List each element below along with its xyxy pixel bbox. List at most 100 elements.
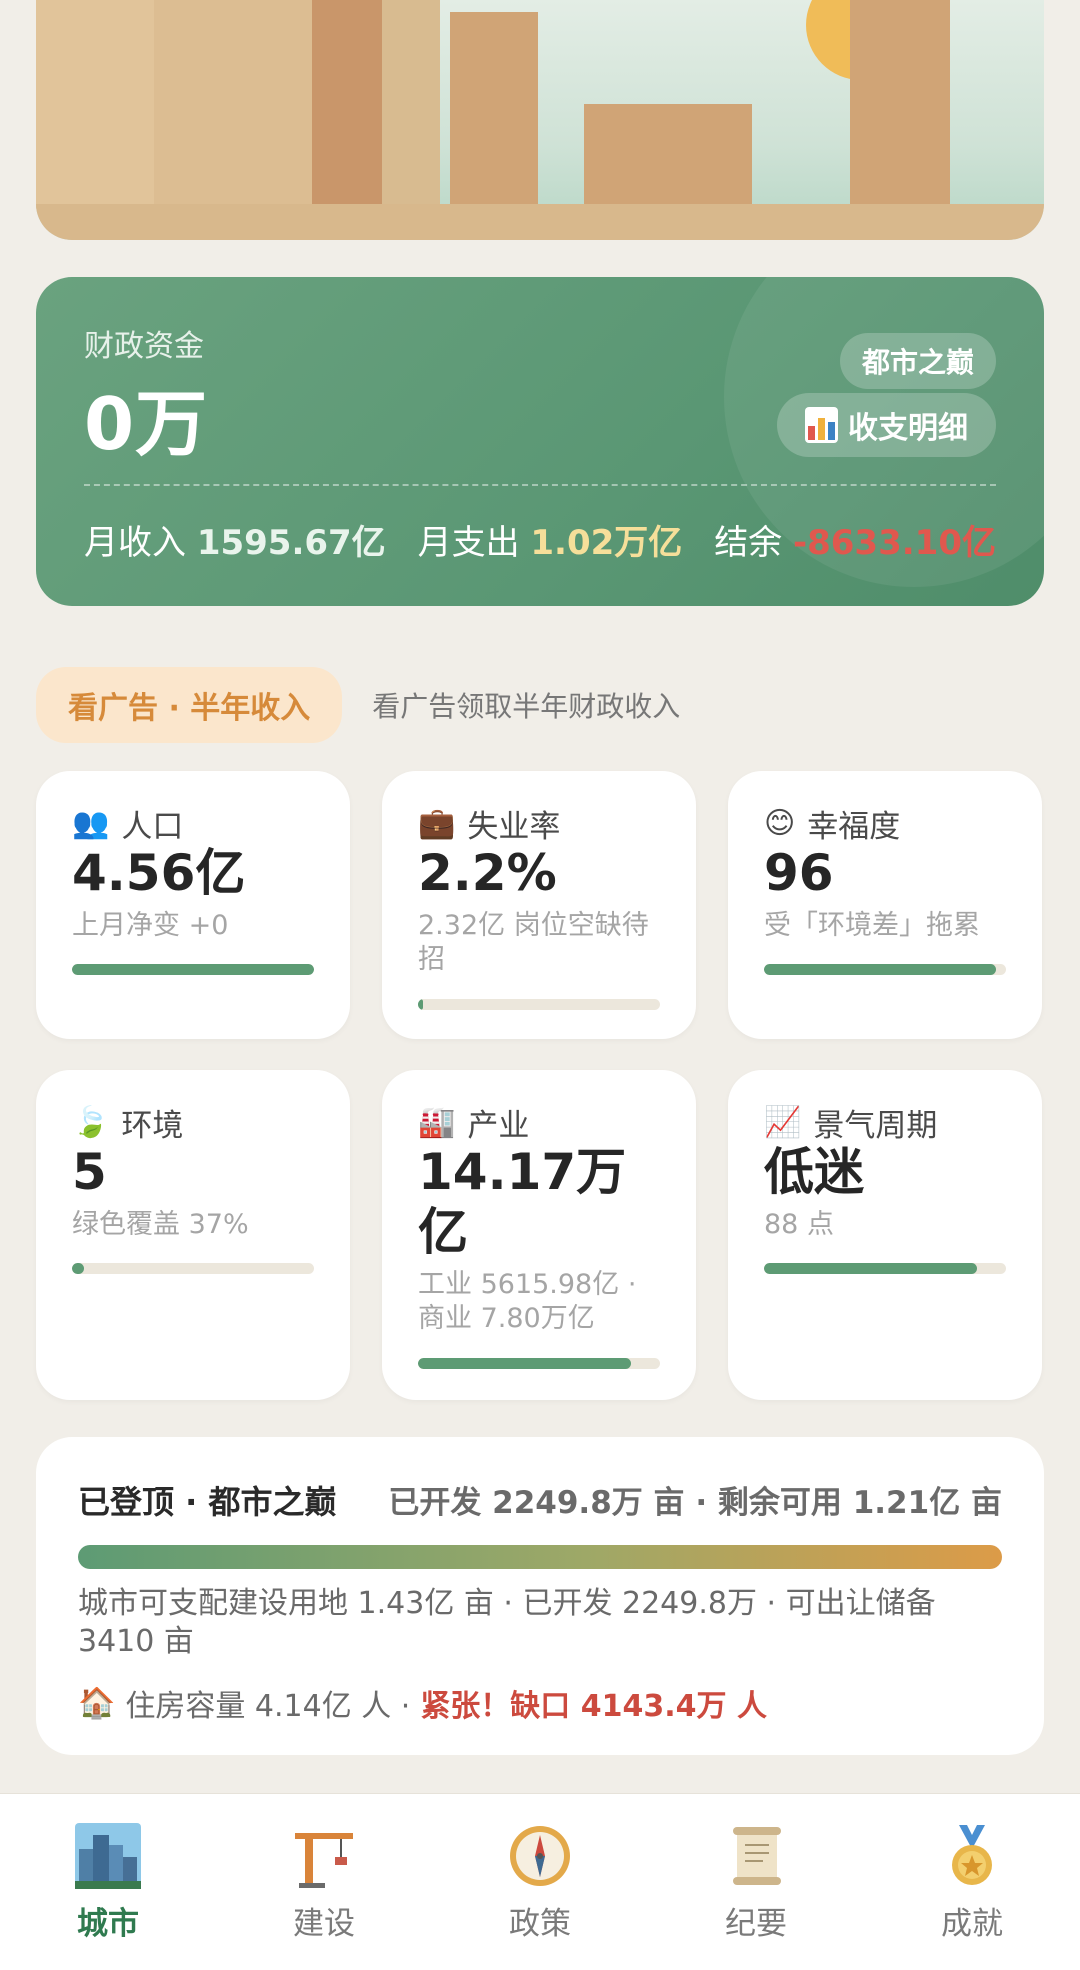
- cycle-points: 88 点: [764, 1209, 834, 1240]
- cycle-bar: [764, 1263, 1006, 1274]
- unemployment-vacancies: 2.32亿 岗位空缺待招: [418, 910, 649, 975]
- bar-chart-icon: [805, 407, 838, 443]
- tier-badge: 都市之巅: [839, 333, 996, 389]
- building-shape: [584, 104, 752, 210]
- smile-icon: 😊: [764, 805, 796, 841]
- medal-icon: [938, 1822, 1006, 1890]
- happiness-bar: [764, 964, 1006, 975]
- unemployment-value: 2.2%: [418, 844, 557, 902]
- income-value: 1595.67亿: [196, 523, 386, 563]
- balance: 结余 -8633.10亿: [714, 515, 996, 564]
- people-icon: 👥: [72, 805, 110, 841]
- building-shape: [450, 12, 538, 210]
- environment-green-cover: 绿色覆盖 37%: [72, 1209, 249, 1240]
- unemployment-card[interactable]: 💼 失业率 2.2% 2.32亿 岗位空缺待招: [382, 771, 696, 1039]
- nav-policy[interactable]: 政策: [432, 1794, 648, 1970]
- trend-chart-icon: 📈: [764, 1104, 802, 1140]
- industry-bar: [418, 1358, 660, 1369]
- happiness-card[interactable]: 😊 幸福度 96 受「环境差」拖累: [728, 771, 1042, 1039]
- housing-capacity: 🏠 住房容量 4.14亿 人 · 紧张！缺口 4143.4万 人: [78, 1681, 767, 1725]
- land-title: 已登顶 · 都市之巅: [78, 1483, 337, 1521]
- factory-icon: 🏭: [418, 1104, 456, 1140]
- finance-label: 财政资金: [84, 329, 204, 364]
- environment-value: 5: [72, 1143, 107, 1201]
- nav-achievements[interactable]: 成就: [864, 1794, 1080, 1970]
- income-label: 月收入: [84, 523, 186, 563]
- happiness-note: 受「环境差」拖累: [764, 910, 980, 941]
- building-shape: [154, 0, 312, 210]
- finance-card: 财政资金 0万 都市之巅 收支明细 月收入 1595.67亿 月支出 1.02万…: [36, 277, 1044, 606]
- house-icon: 🏠: [78, 1685, 116, 1721]
- finance-summary-row: 月收入 1595.67亿 月支出 1.02万亿 结余 -8633.10亿: [84, 515, 996, 564]
- cycle-label: 景气周期: [813, 1108, 938, 1144]
- balance-label: 结余: [714, 523, 783, 563]
- unemployment-bar: [418, 999, 660, 1010]
- ground-strip: [36, 204, 1044, 240]
- city-illustration: [36, 0, 1044, 240]
- card-header: 😊 幸福度: [764, 801, 900, 846]
- population-label: 人口: [121, 809, 184, 845]
- land-progress-bar: [78, 1545, 1002, 1569]
- population-bar-fill: [72, 964, 314, 975]
- divider: [84, 484, 996, 486]
- industry-card[interactable]: 🏭 产业 14.17万亿 工业 5615.98亿 · 商业 7.80万亿: [382, 1070, 696, 1400]
- building-shape: [850, 0, 950, 210]
- happiness-bar-fill: [764, 964, 997, 975]
- scroll-icon: [722, 1822, 790, 1890]
- card-header: 📈 景气周期: [764, 1100, 937, 1145]
- leaf-icon: 🍃: [72, 1104, 110, 1140]
- land-development-card: 已登顶 · 都市之巅 已开发 2249.8万 亩 · 剩余可用 1.21亿 亩 …: [36, 1437, 1044, 1755]
- industry-label: 产业: [467, 1108, 530, 1144]
- nav-achievements-label: 成就: [941, 1906, 1003, 1942]
- card-header: 💼 失业率: [418, 801, 560, 846]
- unemployment-label: 失业率: [467, 809, 561, 845]
- happiness-label: 幸福度: [807, 809, 901, 845]
- cycle-value: 低迷: [764, 1143, 864, 1201]
- ad-reward-row: 看广告 · 半年收入 看广告领取半年财政收入: [36, 667, 680, 743]
- housing-text: 住房容量 4.14亿 人 ·: [125, 1689, 411, 1724]
- nav-records-label: 纪要: [725, 1906, 787, 1942]
- monthly-income: 月收入 1595.67亿: [84, 515, 386, 564]
- ad-description: 看广告领取半年财政收入: [372, 690, 681, 723]
- business-cycle-card[interactable]: 📈 景气周期 低迷 88 点: [728, 1070, 1042, 1400]
- nav-policy-label: 政策: [509, 1906, 571, 1942]
- nav-city[interactable]: 城市: [0, 1794, 216, 1970]
- population-bar: [72, 964, 314, 975]
- balance-value: -8633.10亿: [793, 523, 996, 563]
- environment-bar: [72, 1263, 314, 1274]
- industry-breakdown: 工业 5615.98亿 · 商业 7.80万亿: [418, 1269, 637, 1334]
- environment-card[interactable]: 🍃 环境 5 绿色覆盖 37%: [36, 1070, 350, 1400]
- unemployment-bar-fill: [418, 999, 424, 1010]
- watch-ad-button[interactable]: 看广告 · 半年收入: [36, 667, 343, 743]
- environment-label: 环境: [121, 1108, 184, 1144]
- nav-records[interactable]: 纪要: [648, 1794, 864, 1970]
- industry-value: 14.17万亿: [418, 1143, 627, 1261]
- nav-city-label: 城市: [77, 1906, 139, 1942]
- finance-amount: 0万: [84, 382, 209, 466]
- nav-build[interactable]: 建设: [216, 1794, 432, 1970]
- land-description: 城市可支配建设用地 1.43亿 亩 · 已开发 2249.8万 · 可出让储备 …: [78, 1586, 936, 1659]
- nav-build-label: 建设: [293, 1906, 355, 1942]
- expense-value: 1.02万亿: [530, 523, 683, 563]
- crane-icon: [290, 1822, 358, 1890]
- housing-warning: 紧张！缺口 4143.4万 人: [420, 1689, 767, 1724]
- environment-bar-fill: [72, 1263, 85, 1274]
- land-stat: 已开发 2249.8万 亩 · 剩余可用 1.21亿 亩: [388, 1485, 1002, 1521]
- card-header: 🍃 环境: [72, 1100, 183, 1145]
- population-value: 4.56亿: [72, 844, 246, 902]
- monthly-expense: 月支出 1.02万亿: [418, 515, 683, 564]
- population-card[interactable]: 👥 人口 4.56亿 上月净变 +0: [36, 771, 350, 1039]
- detail-button-label: 收支明细: [848, 411, 968, 446]
- expense-label: 月支出: [417, 523, 520, 563]
- income-expense-detail-button[interactable]: 收支明细: [777, 393, 996, 457]
- card-header: 🏭 产业: [418, 1100, 529, 1145]
- cycle-bar-fill: [764, 1263, 977, 1274]
- briefcase-icon: 💼: [418, 805, 456, 841]
- bottom-navigation: 城市 建设 政策 纪要 成就: [0, 1793, 1080, 1970]
- building-shape: [382, 0, 440, 210]
- building-shape: [312, 0, 382, 210]
- compass-icon: [506, 1822, 574, 1890]
- happiness-value: 96: [764, 844, 834, 902]
- industry-bar-fill: [418, 1358, 631, 1369]
- city-icon: [74, 1822, 142, 1890]
